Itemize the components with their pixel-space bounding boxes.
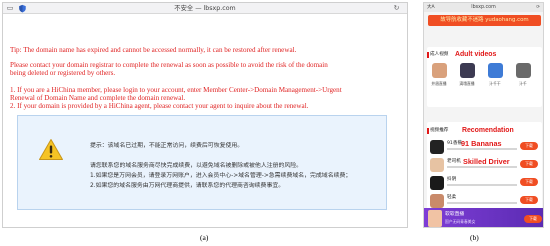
ad-thumbnail [428,210,442,227]
section-marker [427,52,429,58]
chinese-notice-box: 提示：该域名已过期，不能正常访问，续费后可恢复使用。 请您联系您的域名服务商尽快… [17,115,387,210]
notice-line: 请您联系您的域名服务商尽快完成续费，以避免域名被删除或被他人注册的风险。 [90,163,303,169]
rec-item-subtitle [447,184,517,186]
ad-title: 软软直播 [445,212,465,217]
mobile-browser-window: 大A lbsxp.com ⟳ 故导航收藏不迷路 yudaohang.com 成人… [423,2,544,228]
download-button[interactable]: 下载 [520,160,538,168]
app-thumbnail [430,176,444,190]
notice-line: 2.如果您的域名服务由万网代理商提供，请联系您的代理商咨询续费事宜。 [90,183,285,189]
rec-item-title: 老司机 [447,159,461,164]
notice-line: 1.如果您是万网会员，请登录万网账户，进入会员中心->域名管理->急需续费域名，… [90,173,352,179]
download-button[interactable]: 下载 [520,196,538,204]
rec-item-title: 91香蕉 [447,141,463,146]
address-bar[interactable]: ▭ 不安全 — lbsxp.com ↻ [3,3,407,14]
section-marker [427,128,429,134]
download-button[interactable]: 下载 [524,215,542,223]
caption-b: (b) [470,233,479,242]
adult-section-heading: 成人视频 [430,52,449,57]
app-icon-1[interactable] [460,63,475,78]
app-label: 汁千 [519,81,527,86]
footer-ad-banner[interactable]: 软软直播 国产无码青春美女 下载 [424,208,543,227]
promo-banner[interactable]: 故导航收藏不迷路 yudaohang.com [428,15,541,26]
app-thumbnail [430,194,444,208]
rec-item-title: 抖阴 [447,177,457,182]
app-icon-3[interactable] [516,63,531,78]
app-icon-0[interactable] [432,63,447,78]
rec-section-annotation: Recomendation [462,127,514,134]
desktop-browser-window: ▭ 不安全 — lbsxp.com ↻ Tip: The domain name… [2,2,408,228]
reload-icon[interactable]: ⟳ [536,4,540,11]
mobile-url-text[interactable]: lbsxp.com [424,4,543,11]
adult-section-annotation: Adult videos [455,51,497,58]
app-label: 井眉直播 [431,81,447,86]
rec-section-heading: 视频推荐 [430,128,449,133]
reload-icon[interactable]: ↻ [392,4,401,13]
download-button[interactable]: 下载 [520,142,538,150]
notice-title: 提示：该域名已过期，不能正常访问，续费后可恢复使用。 [90,143,244,149]
rec-list-item[interactable]: 老司机 Skilled Driver 下载 [428,157,541,174]
agent-instruction: 2. If your domain is provided by a HiChi… [10,102,309,110]
mobile-address-bar[interactable]: 大A lbsxp.com ⟳ [424,3,543,12]
app-label: 滴哦直播 [459,81,475,86]
app-thumbnail [430,140,444,154]
app-label: 汁千干 [489,81,501,86]
rec-item-annotation: 91 Bananas [461,139,502,148]
rec-list-item[interactable]: 91香蕉 91 Bananas 下载 [428,139,541,156]
rec-item-annotation: Skilled Driver [463,157,510,166]
ad-subtitle: 国产无码青春美女 [445,219,476,224]
rec-item-title: 轻柔 [447,195,457,200]
rec-list-item[interactable]: 抖阴 下载 [428,175,541,192]
renewal-instruction-cont: being deleted or registered by others. [10,69,116,77]
app-thumbnail [430,158,444,172]
app-icon-2[interactable] [488,63,503,78]
expired-tip: Tip: The domain name has expired and can… [10,46,297,54]
warning-icon [39,139,63,160]
caption-a: (a) [200,233,209,242]
url-text[interactable]: 不安全 — lbsxp.com [3,4,407,13]
rec-item-subtitle [447,148,517,150]
download-button[interactable]: 下载 [520,178,538,186]
rec-item-subtitle [447,202,517,204]
rec-item-subtitle [447,166,517,168]
